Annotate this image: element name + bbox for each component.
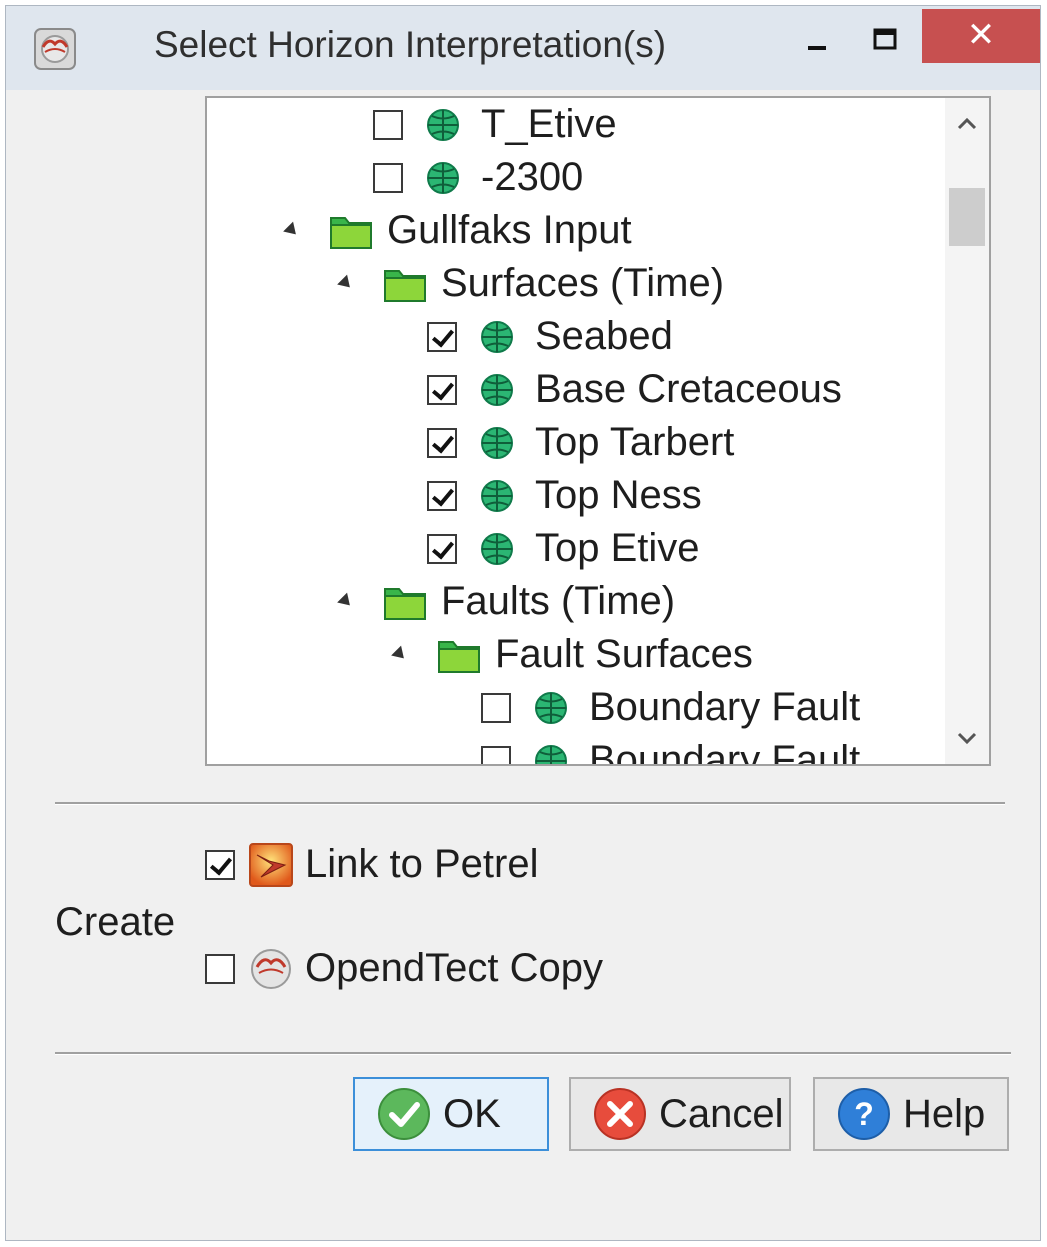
ok-button[interactable]: OK [353,1077,549,1151]
separator-bottom [55,1052,1011,1055]
help-button[interactable]: ? Help [813,1077,1009,1151]
help-circle-icon: ? [838,1088,890,1140]
tree-folder-faults-time[interactable]: Faults (Time) [333,575,675,628]
tree-item-top-tarbert[interactable]: Top Tarbert [427,416,734,469]
surface-icon [481,373,513,406]
surface-icon [481,479,513,512]
tree-item-label: -2300 [481,155,584,199]
dialog-window: Select Horizon Interpretation(s) ✕ T_Eti… [5,5,1041,1241]
expand-arrow-icon[interactable] [337,592,355,611]
maximize-button[interactable] [854,16,914,66]
scroll-thumb[interactable] [949,188,985,246]
title-bar[interactable]: Select Horizon Interpretation(s) ✕ [6,6,1040,90]
tree-item-label: T_Etive [481,102,617,146]
tree-item-top-ness[interactable]: Top Ness [427,469,702,522]
close-button[interactable]: ✕ [922,9,1040,63]
tree-item-label: Top Tarbert [535,420,735,464]
tree-folder-fault-surfaces[interactable]: Fault Surfaces [387,628,753,681]
tree-item-label: Top Ness [535,473,702,517]
tree-checkbox[interactable] [481,692,511,723]
tree-item-label: Boundary Fault [589,685,861,729]
surface-icon [427,161,459,194]
cancel-button[interactable]: Cancel [569,1077,791,1151]
tree-checkbox[interactable] [373,162,403,193]
folder-icon [384,587,426,620]
tree-checkbox[interactable] [427,480,457,511]
tree-checkbox[interactable] [427,427,457,458]
tree-item-label: Boundary Fault [589,738,861,766]
folder-icon [384,269,426,302]
link-to-petrel-option[interactable]: Link to Petrel [205,842,538,887]
folder-icon [330,216,372,249]
opendtect-icon [251,948,291,989]
link-to-petrel-label: Link to Petrel [305,842,539,886]
tree-folder-gullfaks-input[interactable]: Gullfaks Input [279,204,632,257]
dialog-body: T_Etive -2300 Gullfaks Input Surfaces (T… [25,90,1025,1230]
opendtect-copy-label: OpendTect Copy [305,946,603,990]
folder-icon [438,640,480,673]
tree-checkbox[interactable] [427,374,457,405]
surface-icon [481,426,513,459]
help-label: Help [903,1091,986,1136]
surface-icon [427,108,459,141]
expand-arrow-icon[interactable] [391,645,409,664]
window-title: Select Horizon Interpretation(s) [154,24,667,65]
scroll-down-arrow-icon[interactable] [945,714,989,764]
opendtect-copy-option[interactable]: OpendTect Copy [205,946,603,991]
create-label: Create [55,900,176,944]
check-circle-icon [378,1088,430,1140]
tree-checkbox[interactable] [373,109,403,140]
tree-checkbox[interactable] [427,321,457,352]
tree-item-seabed[interactable]: Seabed [427,310,673,363]
tree-item-boundary-fault[interactable]: Boundary Fault [481,681,860,734]
scroll-up-arrow-icon[interactable] [945,98,989,148]
tree-checkbox[interactable] [427,533,457,564]
tree-item-boundary-fault-2[interactable]: Boundary Fault [481,734,861,766]
opendtect-app-icon [34,28,76,70]
opendtect-copy-checkbox[interactable] [205,953,235,984]
separator-top [55,802,1005,805]
horizon-tree[interactable]: T_Etive -2300 Gullfaks Input Surfaces (T… [205,96,991,766]
surface-icon [535,744,567,764]
petrel-icon [249,842,293,887]
tree-item-label: Fault Surfaces [495,632,753,676]
cancel-circle-icon [594,1088,646,1140]
minimize-button[interactable] [786,16,846,66]
expand-arrow-icon[interactable] [337,274,355,293]
tree-item-label: Gullfaks Input [387,208,632,252]
tree-item-top-etive[interactable]: Top Etive [427,522,700,575]
vertical-scrollbar[interactable] [945,98,989,764]
ok-label: OK [443,1091,501,1136]
tree-item-label: Surfaces (Time) [441,261,725,305]
tree-checkbox[interactable] [481,745,511,764]
svg-text:?: ? [854,1096,874,1132]
tree-item-2300[interactable]: -2300 [373,151,583,204]
surface-icon [535,691,567,724]
tree-item-base-cretaceous[interactable]: Base Cretaceous [427,363,842,416]
tree-item-label: Seabed [535,314,673,358]
link-to-petrel-checkbox[interactable] [205,849,235,880]
tree-item-label: Top Etive [535,526,700,570]
tree-item-label: Faults (Time) [441,579,676,623]
cancel-label: Cancel [659,1091,784,1136]
surface-icon [481,320,513,353]
surface-icon [481,532,513,565]
tree-item-label: Base Cretaceous [535,367,842,411]
tree-item-t-etive[interactable]: T_Etive [373,98,617,151]
expand-arrow-icon[interactable] [283,221,301,240]
tree-folder-surfaces-time[interactable]: Surfaces (Time) [333,257,724,310]
